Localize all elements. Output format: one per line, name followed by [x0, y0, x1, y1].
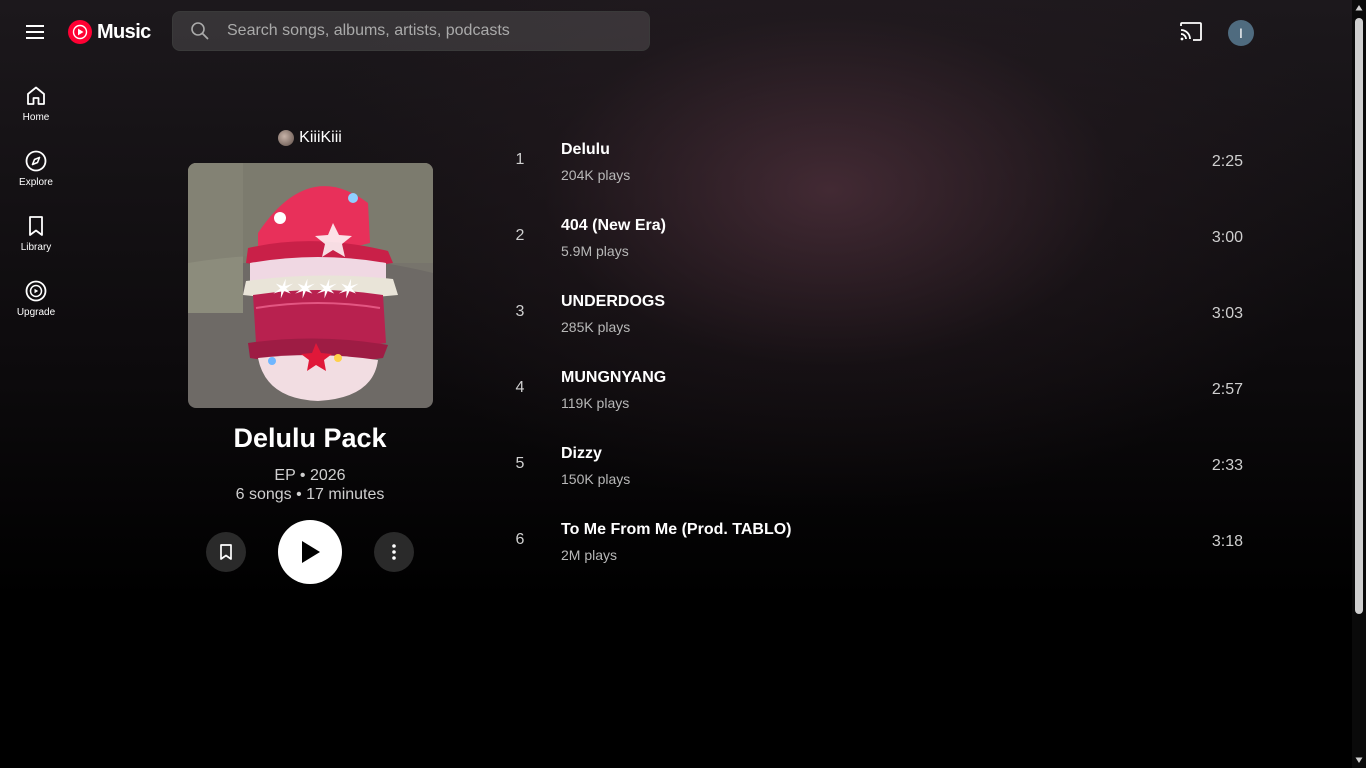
track-plays: 285K plays	[561, 319, 631, 335]
search-bar[interactable]	[172, 11, 650, 51]
track-row[interactable]: 5 Dizzy 150K plays 2:33	[498, 427, 1258, 503]
track-number: 4	[515, 379, 525, 396]
album-header: KiiiKiii ✶✶✶✶ Delulu Pack EP • 2026 6 so…	[170, 126, 450, 584]
more-options-button[interactable]	[374, 532, 414, 572]
track-row[interactable]: 1 Delulu 204K plays 2:25	[498, 123, 1258, 199]
sidebar-item-label: Library	[20, 242, 52, 253]
search-input[interactable]	[225, 21, 629, 41]
album-actions	[170, 520, 450, 584]
bookmark-icon	[220, 544, 232, 560]
track-duration: 3:18	[1211, 533, 1243, 550]
sidebar-item-label: Explore	[19, 177, 53, 188]
track-plays: 2M plays	[561, 547, 618, 563]
logo-text: Music	[97, 20, 151, 43]
track-row[interactable]: 3 UNDERDOGS 285K plays 3:03	[498, 275, 1258, 351]
library-icon	[29, 216, 43, 236]
sidebar-nav: Home Explore Library Upgrade	[0, 72, 72, 332]
cast-button[interactable]	[1178, 19, 1204, 45]
menu-button[interactable]	[20, 16, 52, 48]
scrollbar-thumb[interactable]	[1355, 18, 1363, 614]
hamburger-icon	[26, 25, 44, 39]
track-plays: 204K plays	[561, 167, 631, 183]
sidebar-item-library[interactable]: Library	[0, 202, 72, 267]
track-title[interactable]: To Me From Me (Prod. TABLO)	[561, 521, 792, 539]
album-type-year: EP • 2026	[274, 467, 346, 484]
track-number: 2	[515, 227, 525, 244]
sidebar-item-label: Upgrade	[16, 307, 56, 318]
album-song-count: 6 songs • 17 minutes	[235, 486, 385, 503]
track-title[interactable]: 404 (New Era)	[561, 217, 666, 235]
scroll-up-arrow-icon[interactable]	[1355, 4, 1363, 12]
artist-name: KiiiKiii	[299, 129, 342, 146]
track-duration: 2:25	[1211, 153, 1243, 170]
track-list: 1 Delulu 204K plays 2:25 2 404 (New Era)…	[498, 123, 1258, 579]
top-bar: Music I	[0, 0, 1352, 64]
artist-avatar	[278, 130, 295, 146]
track-row[interactable]: 2 404 (New Era) 5.9M plays 3:00	[498, 199, 1258, 275]
track-title[interactable]: MUNGNYANG	[561, 369, 666, 387]
save-to-library-button[interactable]	[206, 532, 246, 572]
track-duration: 2:57	[1211, 381, 1243, 398]
track-row[interactable]: 6 To Me From Me (Prod. TABLO) 2M plays 3…	[498, 503, 1258, 579]
cast-icon	[1180, 22, 1202, 41]
play-button[interactable]	[278, 520, 342, 584]
page-scrollbar[interactable]	[1352, 0, 1366, 768]
home-icon	[27, 86, 45, 105]
upgrade-icon	[25, 280, 47, 302]
album-title: Delulu Pack	[233, 423, 387, 453]
track-plays: 5.9M plays	[561, 243, 629, 259]
track-duration: 3:00	[1211, 229, 1243, 246]
track-number: 5	[515, 455, 525, 472]
album-meta: EP • 2026 6 songs • 17 minutes	[170, 466, 450, 504]
sidebar-item-upgrade[interactable]: Upgrade	[0, 267, 72, 332]
scroll-down-arrow-icon[interactable]	[1355, 756, 1363, 764]
artist-link[interactable]: KiiiKiii	[170, 126, 450, 150]
explore-icon	[25, 150, 47, 172]
track-row[interactable]: 4 MUNGNYANG 119K plays 2:57	[498, 351, 1258, 427]
album-cover: ✶✶✶✶	[188, 163, 433, 408]
track-number: 1	[515, 151, 525, 168]
play-icon	[302, 541, 320, 563]
track-duration: 3:03	[1211, 305, 1243, 322]
track-number: 6	[515, 531, 525, 548]
track-plays: 119K plays	[561, 395, 630, 411]
account-avatar[interactable]: I	[1228, 20, 1254, 46]
more-vert-icon	[392, 544, 396, 560]
svg-text:✶✶✶✶: ✶✶✶✶	[270, 275, 359, 304]
track-number: 3	[515, 303, 525, 320]
music-logo-icon	[68, 20, 92, 44]
track-plays: 150K plays	[561, 471, 631, 487]
track-title[interactable]: Delulu	[561, 141, 610, 159]
track-duration: 2:33	[1211, 457, 1243, 474]
sidebar-item-home[interactable]: Home	[0, 72, 72, 137]
sidebar-item-label: Home	[22, 112, 50, 123]
youtube-music-logo[interactable]: Music	[68, 20, 151, 44]
search-icon	[190, 21, 210, 41]
sidebar-item-explore[interactable]: Explore	[0, 137, 72, 202]
track-title[interactable]: UNDERDOGS	[561, 293, 665, 311]
track-title[interactable]: Dizzy	[561, 445, 602, 463]
